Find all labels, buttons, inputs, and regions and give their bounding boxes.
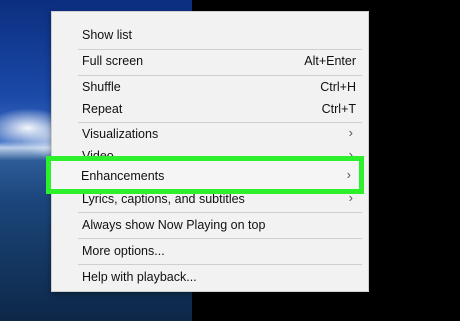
- menu-item-more-options[interactable]: More options...: [52, 240, 368, 263]
- chevron-right-icon: ›: [348, 125, 353, 140]
- menu-item-repeat[interactable]: Repeat Ctrl+T: [52, 98, 368, 121]
- menu-item-label: Repeat: [82, 102, 123, 116]
- menu-item-label: Show list: [82, 28, 133, 42]
- menu-item-always-show-now-playing[interactable]: Always show Now Playing on top: [52, 214, 368, 237]
- menu-item-full-screen[interactable]: Full screen Alt+Enter: [52, 50, 368, 73]
- menu-item-label: Lyrics, captions, and subtitles: [82, 192, 245, 206]
- menu-item-label: Shuffle: [82, 80, 121, 94]
- menu-item-show-list[interactable]: Show list: [52, 24, 368, 47]
- menu-item-label: More options...: [82, 244, 165, 258]
- menu-item-shortcut: Alt+Enter: [304, 54, 356, 68]
- menu-item-help-with-playback[interactable]: Help with playback...: [52, 266, 368, 289]
- menu-item-label: Enhancements: [81, 169, 165, 183]
- menu-item-label: Visualizations: [82, 127, 159, 141]
- menu-separator: [78, 238, 362, 239]
- menu-item-visualizations[interactable]: Visualizations ›: [52, 123, 368, 146]
- menu-separator: [78, 212, 362, 213]
- chevron-right-icon: ›: [346, 167, 351, 182]
- menu-item-shortcut: Ctrl+T: [321, 102, 356, 116]
- menu-item-shuffle[interactable]: Shuffle Ctrl+H: [52, 76, 368, 99]
- menu-separator: [78, 264, 362, 265]
- context-menu: Show list Full screen Alt+Enter Shuffle …: [51, 11, 369, 292]
- menu-item-label: Full screen: [82, 54, 144, 68]
- menu-item-enhancements[interactable]: Enhancements ›: [46, 156, 364, 194]
- menu-item-shortcut: Ctrl+H: [320, 80, 356, 94]
- menu-item-label: Help with playback...: [82, 270, 197, 284]
- menu-item-label: Always show Now Playing on top: [82, 218, 266, 232]
